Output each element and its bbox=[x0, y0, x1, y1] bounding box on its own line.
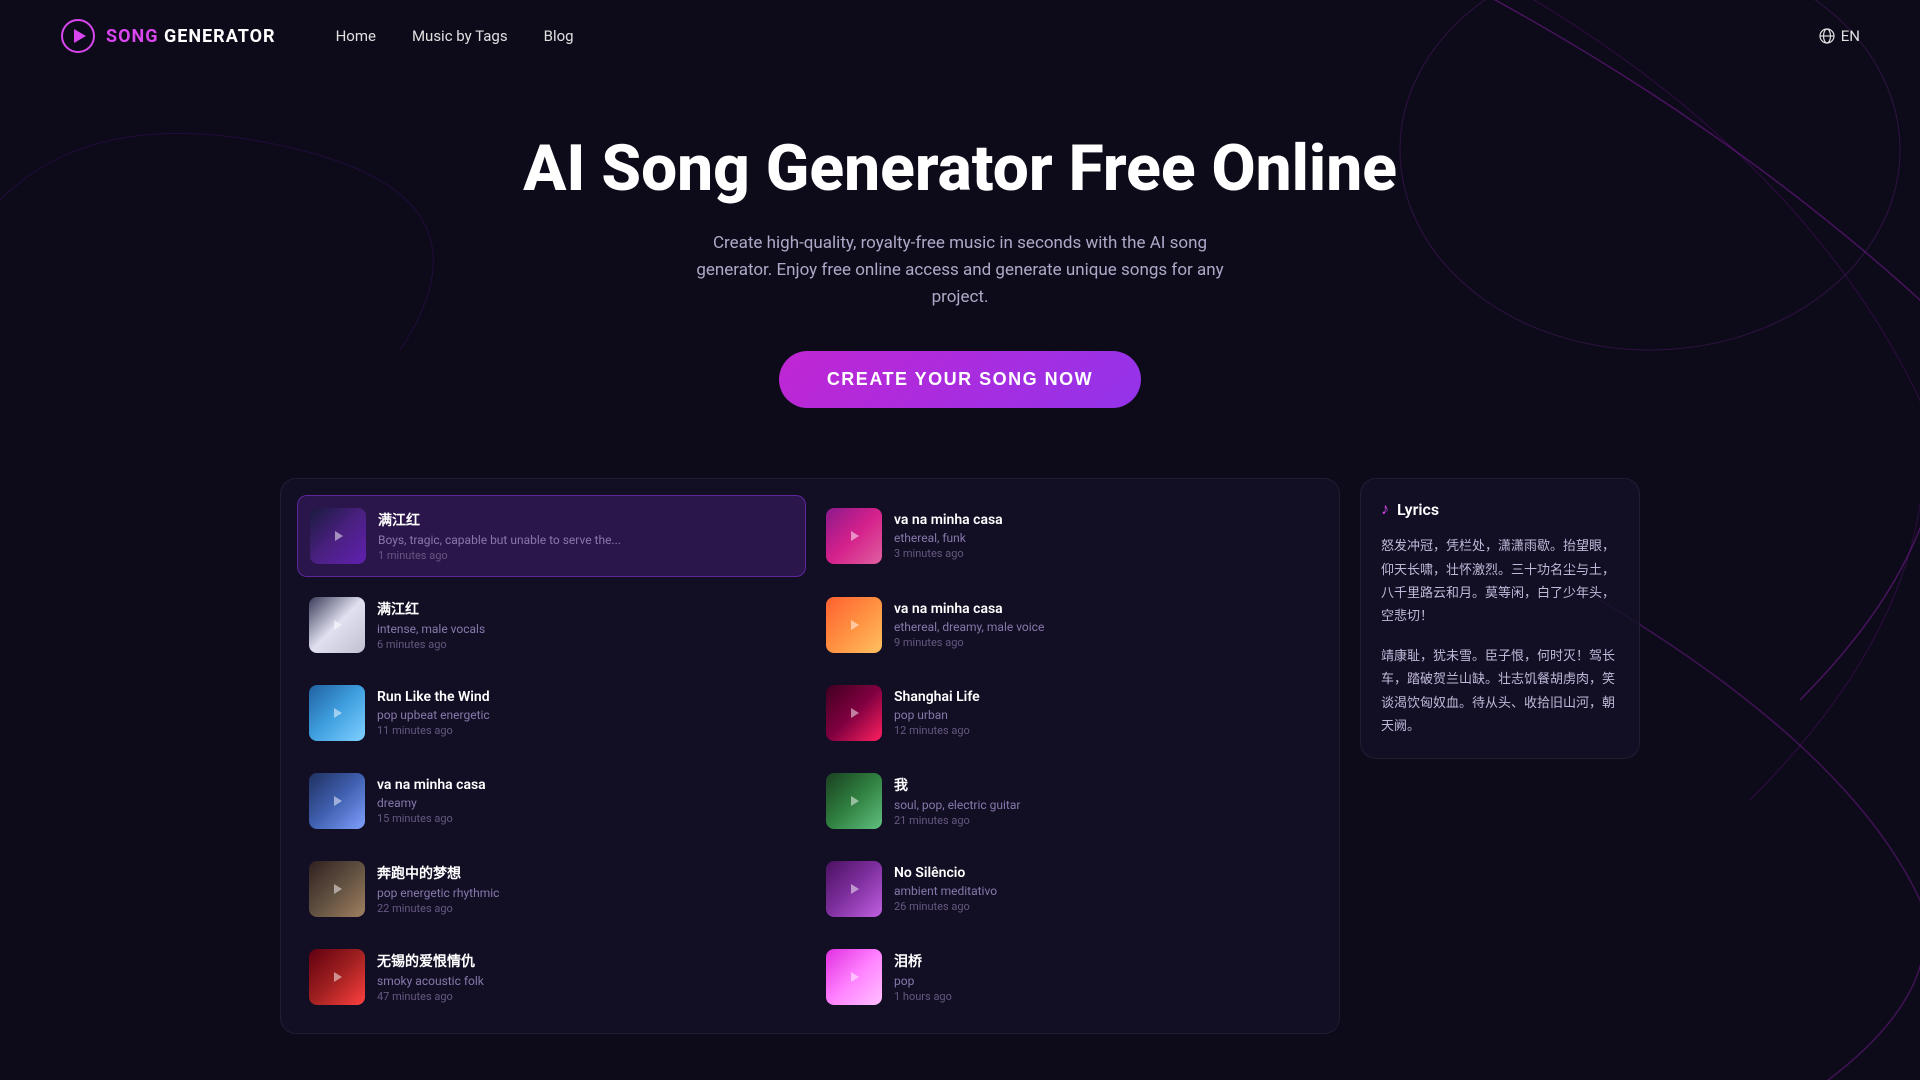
globe-icon bbox=[1819, 28, 1835, 44]
song-info-11: 无锡的爱恨情仇 smoky acoustic folk 47 minutes ago bbox=[377, 951, 794, 1003]
song-card-8[interactable]: 我 soul, pop, electric guitar 21 minutes ag… bbox=[814, 761, 1323, 841]
song-thumbnail-3 bbox=[309, 597, 365, 653]
song-info-4: va na minha casa ethereal, dreamy, male v… bbox=[894, 601, 1311, 649]
song-tags-7: dreamy bbox=[377, 796, 794, 810]
song-card-4[interactable]: va na minha casa ethereal, dreamy, male v… bbox=[814, 585, 1323, 665]
song-info-6: Shanghai Life pop urban 12 minutes ago bbox=[894, 689, 1311, 737]
navbar: SONG GENERATOR Home Music by Tags Blog E… bbox=[0, 0, 1920, 72]
song-tags-10: ambient meditativo bbox=[894, 884, 1311, 898]
song-title-2: va na minha casa bbox=[894, 512, 1311, 528]
song-info-5: Run Like the Wind pop upbeat energetic 11 … bbox=[377, 689, 794, 737]
song-title-12: 泪桥 bbox=[894, 951, 1311, 971]
song-tags-6: pop urban bbox=[894, 708, 1311, 722]
song-grid: 满江红 Boys, tragic, capable but unable to s… bbox=[297, 495, 1323, 1017]
song-thumbnail-1 bbox=[310, 508, 366, 564]
song-time-12: 1 hours ago bbox=[894, 990, 1311, 1003]
song-thumbnail-5 bbox=[309, 685, 365, 741]
song-thumbnail-9 bbox=[309, 861, 365, 917]
song-time-8: 21 minutes ago bbox=[894, 814, 1311, 827]
music-note-icon: ♪ bbox=[1381, 499, 1389, 519]
song-tags-5: pop upbeat energetic bbox=[377, 708, 794, 722]
song-list-container: 满江红 Boys, tragic, capable but unable to s… bbox=[280, 478, 1340, 1034]
lyrics-panel: ♪ Lyrics 怒发冲冠，凭栏处，潇潇雨歇。抬望眼，仰天长啸，壮怀激烈。三十功… bbox=[1360, 478, 1640, 759]
main-content: 满江红 Boys, tragic, capable but unable to s… bbox=[0, 448, 1920, 1064]
song-info-7: va na minha casa dreamy 15 minutes ago bbox=[377, 777, 794, 825]
logo-text: SONG GENERATOR bbox=[106, 26, 276, 47]
nav-music-by-tags[interactable]: Music by Tags bbox=[412, 27, 508, 45]
song-info-3: 满江红 intense, male vocals 6 minutes ago bbox=[377, 599, 794, 651]
song-time-5: 11 minutes ago bbox=[377, 724, 794, 737]
song-tags-8: soul, pop, electric guitar bbox=[894, 798, 1311, 812]
hero-title: AI Song Generator Free Online bbox=[20, 132, 1900, 206]
song-info-9: 奔跑中的梦想 pop energetic rhythmic 22 minutes a… bbox=[377, 863, 794, 915]
nav-blog[interactable]: Blog bbox=[544, 27, 574, 45]
nav-links: Home Music by Tags Blog bbox=[336, 27, 1779, 45]
song-card-3[interactable]: 满江红 intense, male vocals 6 minutes ago bbox=[297, 585, 806, 665]
song-tags-11: smoky acoustic folk bbox=[377, 974, 794, 988]
song-title-3: 满江红 bbox=[377, 599, 794, 619]
song-card-12[interactable]: 泪桥 pop 1 hours ago bbox=[814, 937, 1323, 1017]
lyrics-content: 怒发冲冠，凭栏处，潇潇雨歇。抬望眼，仰天长啸，壮怀激烈。三十功名尘与土，八千里路… bbox=[1381, 535, 1619, 738]
song-tags-4: ethereal, dreamy, male voice bbox=[894, 620, 1311, 634]
logo[interactable]: SONG GENERATOR bbox=[60, 18, 276, 54]
song-tags-2: ethereal, funk bbox=[894, 531, 1311, 545]
lyrics-panel-title: Lyrics bbox=[1397, 500, 1439, 519]
song-title-6: Shanghai Life bbox=[894, 689, 1311, 705]
song-info-8: 我 soul, pop, electric guitar 21 minutes ag… bbox=[894, 775, 1311, 827]
lyrics-line1: 怒发冲冠，凭栏处，潇潇雨歇。抬望眼，仰天长啸，壮怀激烈。三十功名尘与土，八千里路… bbox=[1381, 535, 1619, 629]
song-info-12: 泪桥 pop 1 hours ago bbox=[894, 951, 1311, 1003]
nav-home[interactable]: Home bbox=[336, 27, 376, 45]
song-title-1: 满江红 bbox=[378, 510, 793, 530]
song-thumbnail-8 bbox=[826, 773, 882, 829]
song-time-7: 15 minutes ago bbox=[377, 812, 794, 825]
song-tags-9: pop energetic rhythmic bbox=[377, 886, 794, 900]
song-thumbnail-7 bbox=[309, 773, 365, 829]
song-title-10: No Silêncio bbox=[894, 865, 1311, 881]
song-info-2: va na minha casa ethereal, funk 3 minutes … bbox=[894, 512, 1311, 560]
logo-icon bbox=[60, 18, 96, 54]
song-thumbnail-10 bbox=[826, 861, 882, 917]
song-card-11[interactable]: 无锡的爱恨情仇 smoky acoustic folk 47 minutes ago bbox=[297, 937, 806, 1017]
hero-section: AI Song Generator Free Online Create hig… bbox=[0, 72, 1920, 448]
song-thumbnail-11 bbox=[309, 949, 365, 1005]
language-selector[interactable]: EN bbox=[1819, 27, 1860, 45]
song-time-11: 47 minutes ago bbox=[377, 990, 794, 1003]
song-time-4: 9 minutes ago bbox=[894, 636, 1311, 649]
lyrics-line2: 靖康耻，犹未雪。臣子恨，何时灭！驾长车，踏破贺兰山缺。壮志饥餐胡虏肉，笑谈渴饮匈… bbox=[1381, 645, 1619, 739]
song-title-5: Run Like the Wind bbox=[377, 689, 794, 705]
song-time-1: 1 minutes ago bbox=[378, 549, 793, 562]
song-card-2[interactable]: va na minha casa ethereal, funk 3 minutes … bbox=[814, 495, 1323, 577]
song-thumbnail-12 bbox=[826, 949, 882, 1005]
song-title-4: va na minha casa bbox=[894, 601, 1311, 617]
song-card-6[interactable]: Shanghai Life pop urban 12 minutes ago bbox=[814, 673, 1323, 753]
song-info-1: 满江红 Boys, tragic, capable but unable to s… bbox=[378, 510, 793, 562]
song-tags-3: intense, male vocals bbox=[377, 622, 794, 636]
create-song-button[interactable]: CREATE YOUR SONG NOW bbox=[779, 351, 1141, 408]
song-time-10: 26 minutes ago bbox=[894, 900, 1311, 913]
lyrics-header: ♪ Lyrics bbox=[1381, 499, 1619, 519]
lang-label: EN bbox=[1841, 27, 1860, 45]
song-title-9: 奔跑中的梦想 bbox=[377, 863, 794, 883]
song-thumbnail-6 bbox=[826, 685, 882, 741]
song-card-10[interactable]: No Silêncio ambient meditativo 26 minutes … bbox=[814, 849, 1323, 929]
song-thumbnail-4 bbox=[826, 597, 882, 653]
song-info-10: No Silêncio ambient meditativo 26 minutes … bbox=[894, 865, 1311, 913]
song-title-7: va na minha casa bbox=[377, 777, 794, 793]
song-card-1[interactable]: 满江红 Boys, tragic, capable but unable to s… bbox=[297, 495, 806, 577]
song-card-9[interactable]: 奔跑中的梦想 pop energetic rhythmic 22 minutes a… bbox=[297, 849, 806, 929]
song-time-2: 3 minutes ago bbox=[894, 547, 1311, 560]
hero-subtitle: Create high-quality, royalty-free music … bbox=[680, 230, 1240, 312]
song-card-5[interactable]: Run Like the Wind pop upbeat energetic 11 … bbox=[297, 673, 806, 753]
song-time-6: 12 minutes ago bbox=[894, 724, 1311, 737]
song-tags-12: pop bbox=[894, 974, 1311, 988]
song-thumbnail-2 bbox=[826, 508, 882, 564]
song-tags-1: Boys, tragic, capable but unable to serv… bbox=[378, 533, 793, 547]
song-time-9: 22 minutes ago bbox=[377, 902, 794, 915]
song-time-3: 6 minutes ago bbox=[377, 638, 794, 651]
song-title-8: 我 bbox=[894, 775, 1311, 795]
song-card-7[interactable]: va na minha casa dreamy 15 minutes ago bbox=[297, 761, 806, 841]
song-title-11: 无锡的爱恨情仇 bbox=[377, 951, 794, 971]
